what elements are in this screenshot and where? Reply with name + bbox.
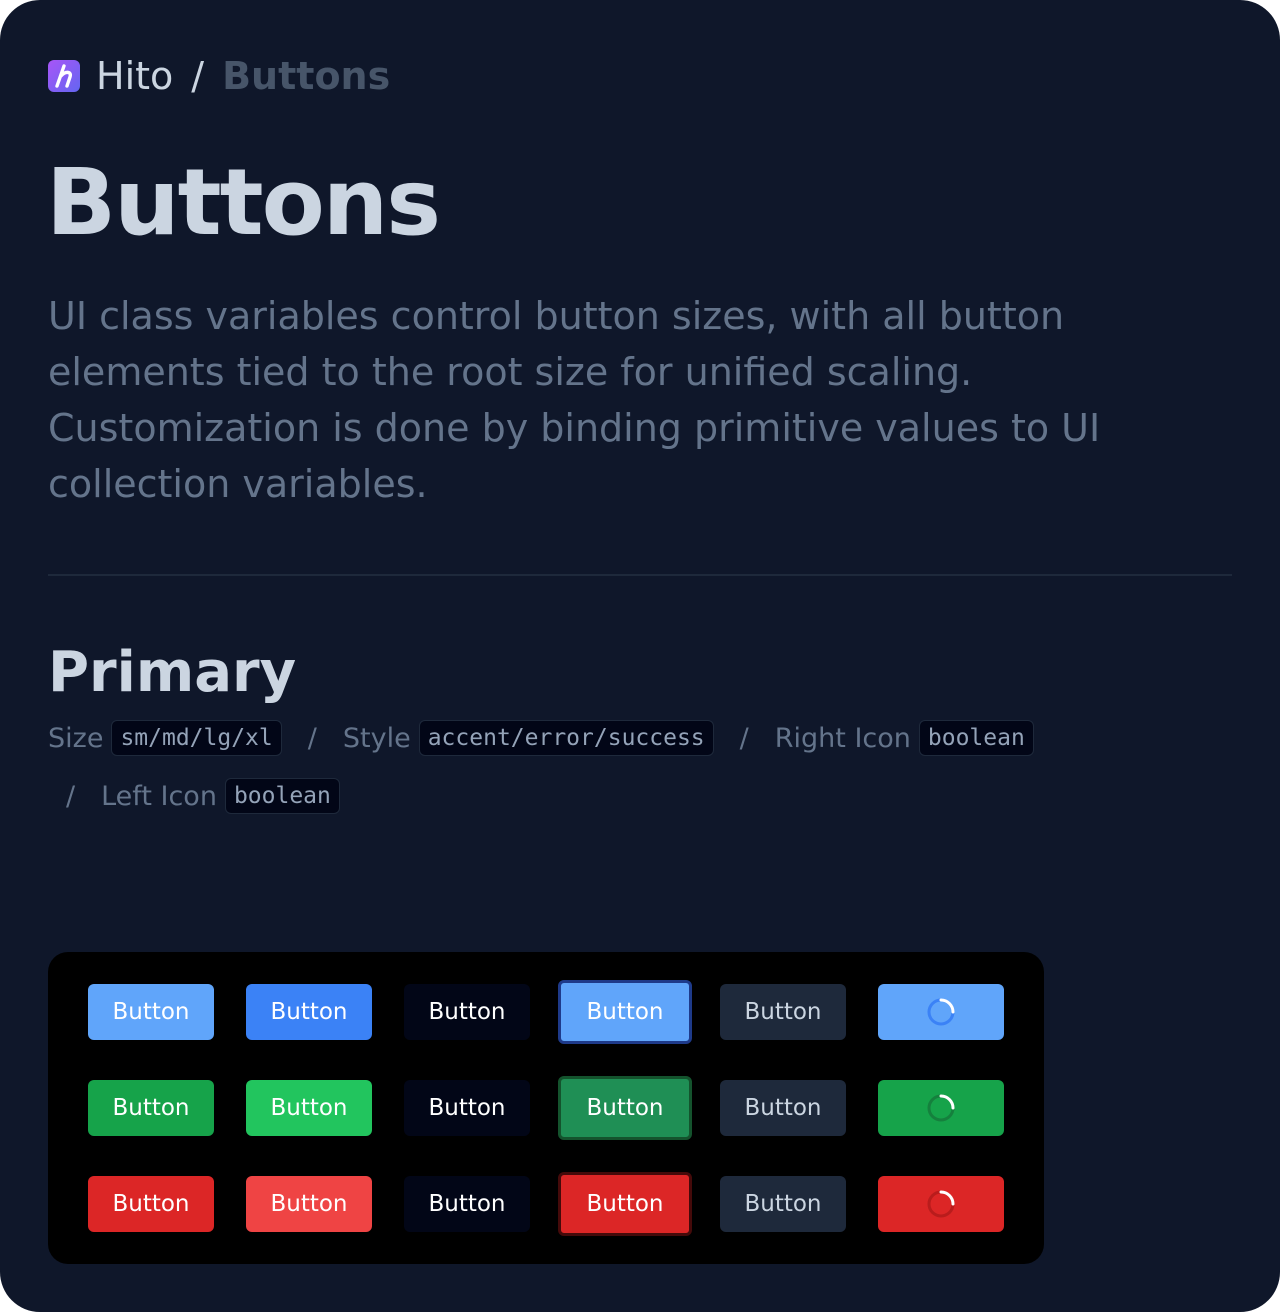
breadcrumb: Hito / Buttons — [48, 52, 390, 100]
error-button-loading[interactable] — [878, 1176, 1004, 1232]
page-description: UI class variables control button sizes,… — [48, 294, 1101, 506]
error-button-disabled[interactable]: Button — [720, 1176, 846, 1232]
spinner-icon — [927, 998, 955, 1026]
success-button-disabled[interactable]: Button — [720, 1080, 846, 1136]
accent-button-loading[interactable] — [878, 984, 1004, 1040]
prop-separator: / — [307, 722, 317, 754]
prop-separator: / — [66, 780, 76, 812]
size-prop-value: sm/md/lg/xl — [111, 720, 282, 756]
size-prop-label: Size — [48, 722, 104, 754]
prop-separator: / — [739, 722, 749, 754]
accent-button-hover[interactable]: Button — [246, 984, 372, 1040]
section-divider — [48, 574, 1232, 576]
error-button-ghost[interactable]: Button — [404, 1176, 530, 1232]
right-icon-prop-value: boolean — [918, 720, 1034, 756]
accent-button-ghost[interactable]: Button — [404, 984, 530, 1040]
error-button-hover[interactable]: Button — [246, 1176, 372, 1232]
left-icon-prop-label: Left Icon — [101, 780, 217, 812]
breadcrumb-current: Buttons — [222, 54, 391, 98]
success-button-loading[interactable] — [878, 1080, 1004, 1136]
success-button-ghost[interactable]: Button — [404, 1080, 530, 1136]
right-icon-prop-label: Right Icon — [774, 722, 911, 754]
hito-logo-icon — [48, 60, 80, 92]
error-button-focus[interactable]: Button — [558, 1172, 692, 1236]
success-button-focus[interactable]: Button — [558, 1076, 692, 1140]
page-title: Buttons — [46, 149, 441, 256]
component-properties: Size sm/md/lg/xl / Style accent/error/su… — [48, 720, 1048, 814]
buttons-doc-page: Hito / Buttons Buttons UI class variable… — [0, 0, 1280, 1312]
style-prop-value: accent/error/success — [418, 720, 714, 756]
left-icon-prop-value: boolean — [224, 778, 340, 814]
breadcrumb-home-link[interactable]: Hito — [96, 52, 173, 100]
button-preview-panel: Button Button Button Button Button Butto… — [48, 952, 1044, 1264]
spinner-icon — [927, 1094, 955, 1122]
style-prop-label: Style — [342, 722, 411, 754]
success-button-hover[interactable]: Button — [246, 1080, 372, 1136]
accent-button-disabled[interactable]: Button — [720, 984, 846, 1040]
spinner-icon — [927, 1190, 955, 1218]
accent-button-focus[interactable]: Button — [558, 980, 692, 1044]
accent-button-default[interactable]: Button — [88, 984, 214, 1040]
section-title: Primary — [48, 640, 297, 705]
error-button-default[interactable]: Button — [88, 1176, 214, 1232]
success-button-default[interactable]: Button — [88, 1080, 214, 1136]
breadcrumb-separator: / — [191, 54, 205, 98]
